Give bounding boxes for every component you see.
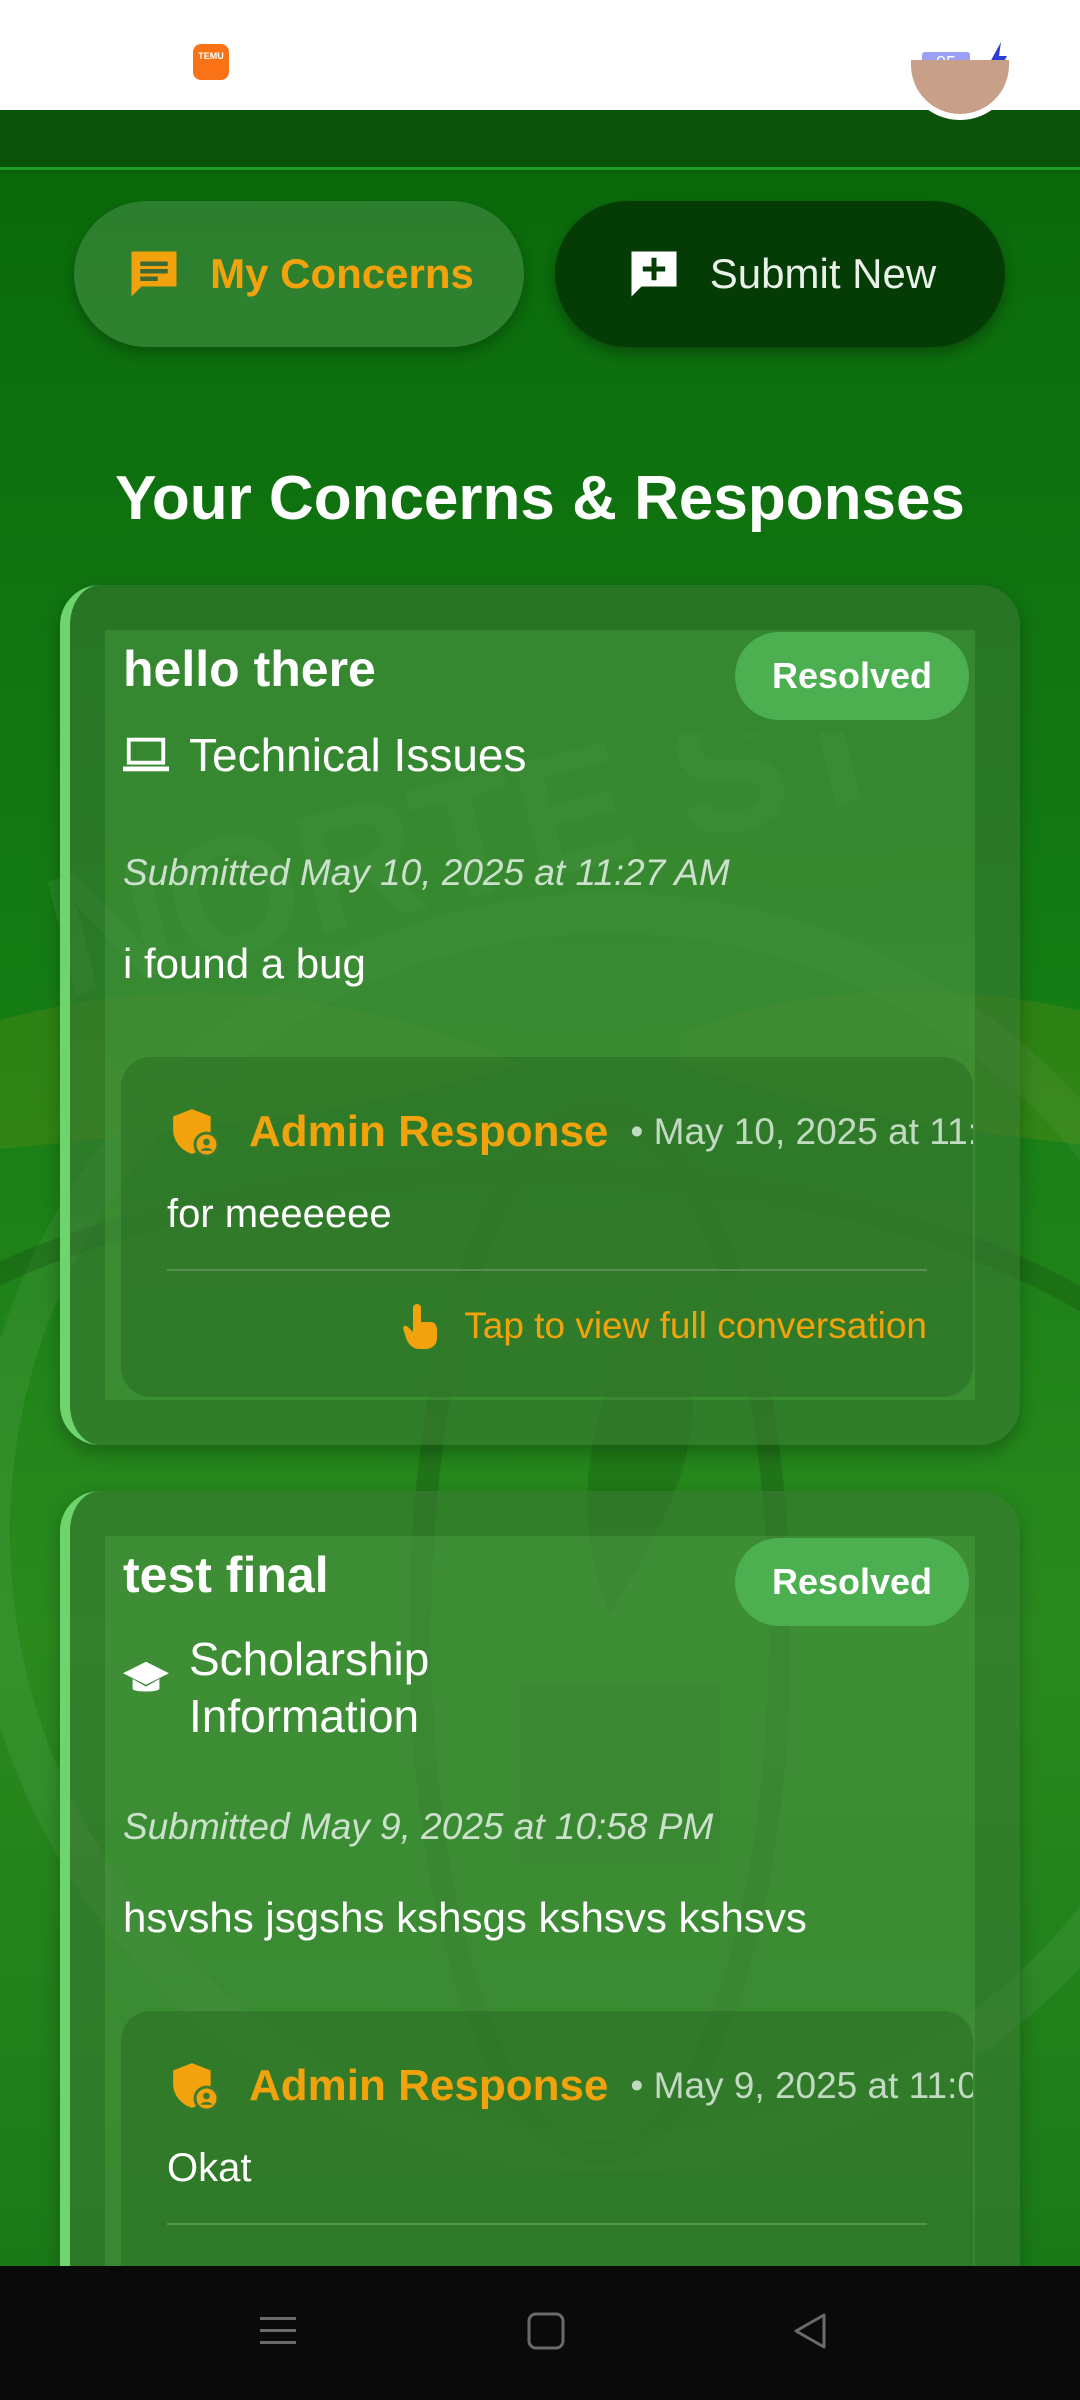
section-title: Your Concerns & Responses bbox=[115, 464, 965, 533]
concern-card-body: hello there Resolved Technical Issues Su… bbox=[105, 630, 975, 1400]
view-conversation-label: Tap to view full conversation bbox=[464, 1305, 927, 1346]
chat-bubble-icon bbox=[131, 251, 177, 297]
admin-response-date: • May 10, 2025 at 11:31 bbox=[630, 1111, 973, 1152]
app-header bbox=[0, 110, 1080, 170]
tab-submit-new-label: Submit New bbox=[709, 250, 937, 297]
concern-category-line-2: Information bbox=[189, 1690, 420, 1742]
graduation-cap-icon bbox=[123, 1661, 169, 1692]
admin-response-text: Okat bbox=[167, 2146, 252, 2190]
temu-icon-label: TEMU bbox=[198, 51, 224, 61]
concern-category: Technical Issues bbox=[123, 727, 527, 784]
concern-message: i found a bug bbox=[123, 940, 366, 987]
admin-response[interactable]: Admin Response • May 9, 2025 at 11:05 P … bbox=[121, 2011, 973, 2266]
tab-my-concerns[interactable]: My Concerns bbox=[74, 201, 524, 347]
concern-title: test final bbox=[123, 1547, 329, 1603]
system-nav-bar bbox=[0, 2266, 1080, 2400]
response-divider bbox=[167, 2223, 927, 2225]
tab-submit-new[interactable]: Submit New bbox=[555, 201, 1005, 347]
add-comment-icon bbox=[631, 251, 677, 297]
menu-icon[interactable] bbox=[258, 2311, 298, 2351]
status-badge: Resolved bbox=[735, 632, 969, 720]
submitted-date: Submitted May 9, 2025 at 10:58 PM bbox=[123, 1806, 714, 1847]
concern-message: hsvshs jsgshs kshsgs kshsvs kshsvs bbox=[123, 1894, 807, 1941]
admin-response-date: • May 9, 2025 at 11:05 P bbox=[630, 2065, 973, 2106]
concern-category-label: Scholarship Information bbox=[189, 1631, 429, 1745]
concern-card[interactable]: test final Resolved Scholarship Informat… bbox=[60, 1491, 1020, 2266]
concern-title: hello there bbox=[123, 641, 376, 697]
admin-shield-icon bbox=[173, 1109, 219, 1157]
concern-category-label: Technical Issues bbox=[189, 729, 527, 781]
status-badge: Resolved bbox=[735, 1538, 969, 1626]
concern-category: Scholarship Information bbox=[123, 1631, 429, 1745]
laptop-icon bbox=[123, 737, 169, 772]
submitted-date: Submitted May 10, 2025 at 11:27 AM bbox=[123, 852, 730, 893]
home-icon[interactable] bbox=[526, 2311, 566, 2351]
tap-hand-icon bbox=[403, 1304, 438, 1349]
response-divider bbox=[167, 1269, 927, 1271]
admin-response-label: Admin Response bbox=[249, 2061, 609, 2110]
back-icon[interactable] bbox=[790, 2311, 830, 2351]
concern-category-line-1: Scholarship bbox=[189, 1633, 430, 1685]
main-content: NORTE ST My Concerns Submit New Your Con… bbox=[0, 173, 1080, 2266]
admin-response-text: for meeeeee bbox=[167, 1192, 392, 1236]
admin-response-label: Admin Response bbox=[249, 1107, 609, 1156]
concern-card[interactable]: hello there Resolved Technical Issues Su… bbox=[60, 585, 1020, 1445]
admin-shield-icon bbox=[173, 2063, 219, 2111]
temu-app-icon: TEMU bbox=[193, 44, 229, 80]
admin-response[interactable]: Admin Response • May 10, 2025 at 11:31 f… bbox=[121, 1057, 973, 1397]
tab-my-concerns-label: My Concerns bbox=[210, 250, 474, 297]
concern-card-body: test final Resolved Scholarship Informat… bbox=[105, 1536, 975, 2266]
view-conversation-link[interactable]: Tap to view full conversation bbox=[400, 1302, 927, 1350]
admin-response-header: Admin Response • May 9, 2025 at 11:05 P bbox=[169, 2061, 973, 2111]
admin-response-header: Admin Response • May 10, 2025 at 11:31 bbox=[169, 1107, 973, 1157]
